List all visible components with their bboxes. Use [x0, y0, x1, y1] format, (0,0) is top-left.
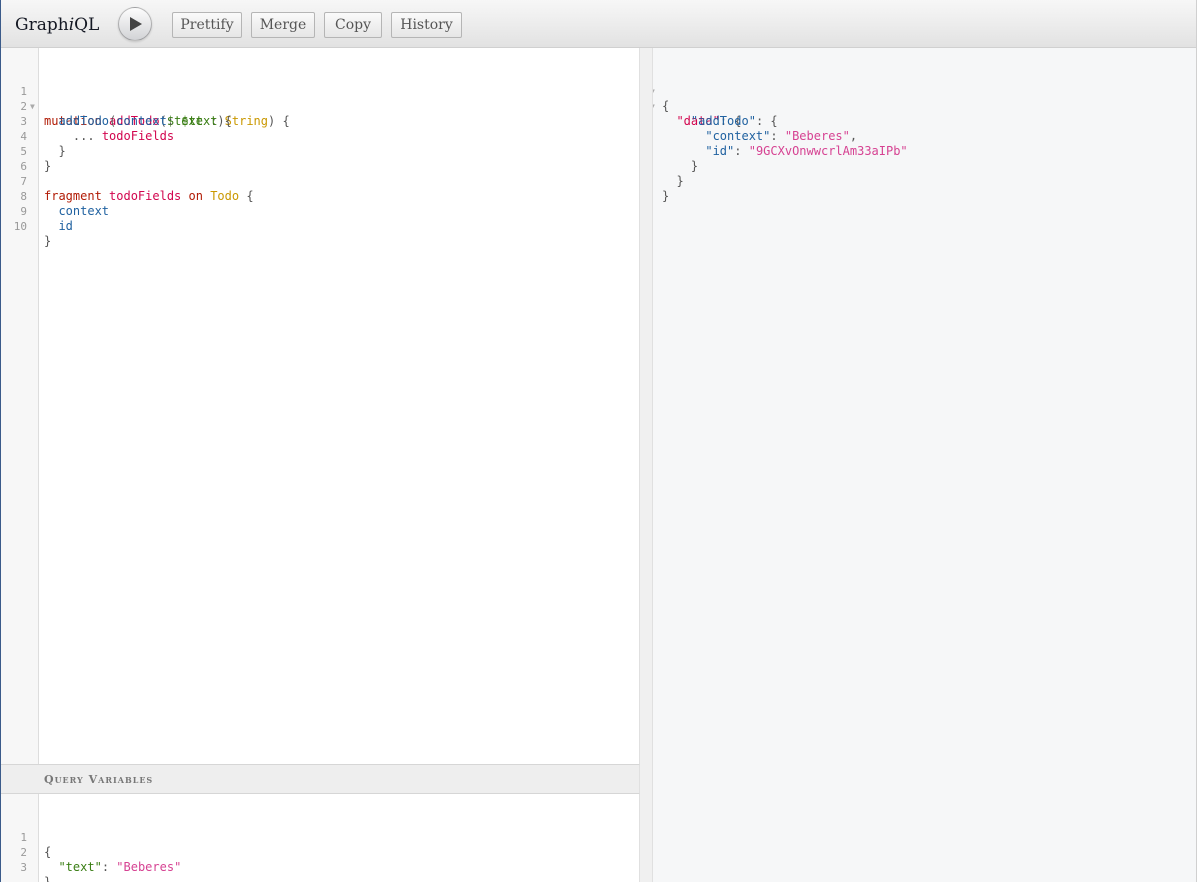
- code-line: }: [662, 189, 670, 203]
- code-line: 1 ▼ mutation addTodo($text : String) {: [20, 85, 290, 128]
- code-line: 7 fragment todoFields on Todo {: [20, 175, 254, 203]
- graphiql-logo: GraphiQL: [15, 15, 100, 35]
- code-line: 4 }: [20, 130, 66, 158]
- code-line: 6: [20, 160, 27, 173]
- code-line: 1 {: [20, 831, 52, 859]
- pane-resize-handle[interactable]: [640, 48, 653, 882]
- result-code: ▼ { ▼ "data": { "addTodo": { "context": …: [653, 69, 1196, 203]
- query-variables-title[interactable]: Query Variables: [1, 764, 640, 794]
- code-line: 10 }: [13, 220, 52, 248]
- execute-query-button[interactable]: [118, 7, 152, 41]
- query-editor[interactable]: 1 ▼ mutation addTodo($text : String) { 2…: [1, 48, 640, 764]
- code-line: 9 id: [20, 205, 73, 233]
- code-line: 2 "text": "Beberes": [20, 846, 182, 874]
- history-button[interactable]: History: [391, 12, 462, 38]
- variables-code[interactable]: 1 { 2 "text": "Beberes" 3 }: [1, 815, 639, 882]
- code-line: }: [690, 159, 699, 173]
- code-line: 3 }: [20, 861, 52, 882]
- fold-arrow-icon[interactable]: ▼: [653, 84, 655, 99]
- toolbar: GraphiQL Prettify Merge Copy History: [1, 0, 1196, 48]
- code-line: 3 ... todoFields: [20, 115, 175, 143]
- code-line: 5 }: [20, 145, 52, 173]
- result-viewer: ▼ { ▼ "data": { "addTodo": { "context": …: [653, 48, 1196, 882]
- prettify-button[interactable]: Prettify: [172, 12, 242, 38]
- query-code[interactable]: 1 ▼ mutation addTodo($text : String) { 2…: [1, 69, 639, 248]
- fold-arrow-icon[interactable]: ▼: [653, 99, 655, 114]
- play-icon: [130, 17, 142, 31]
- code-line: 2 addTodo(context: $text){: [20, 100, 232, 128]
- code-line: "context": "Beberes",: [705, 129, 858, 143]
- code-line: 8 context: [20, 190, 110, 218]
- code-line: "addTodo": {: [690, 114, 778, 128]
- code-line: }: [676, 174, 684, 188]
- copy-button[interactable]: Copy: [324, 12, 382, 38]
- code-line: ▼ {: [653, 69, 1196, 113]
- code-line: "id": "9GCXvOnwwcrlAm33aIPb": [705, 144, 908, 158]
- variables-editor[interactable]: 1 { 2 "text": "Beberes" 3 }: [1, 794, 640, 882]
- code-line: ▼ "data": {: [653, 84, 1196, 128]
- merge-button[interactable]: Merge: [251, 12, 315, 38]
